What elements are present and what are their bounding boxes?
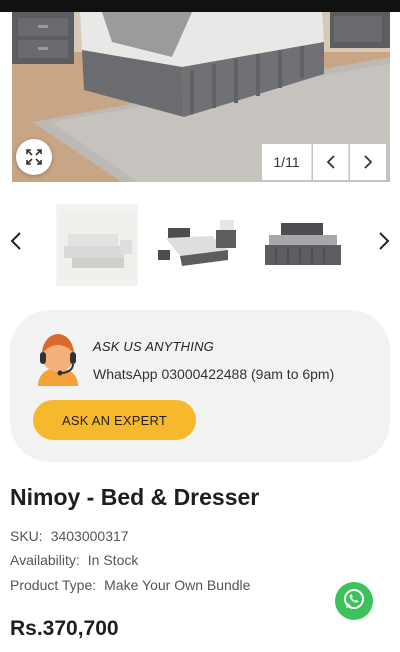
sku-row: SKU: 3403000317 bbox=[10, 528, 129, 544]
product-main-image[interactable]: 1/11 bbox=[12, 12, 390, 182]
support-agent-icon bbox=[32, 330, 84, 386]
thumbnail-2[interactable] bbox=[158, 204, 240, 286]
whatsapp-contact-text: WhatsApp 03000422488 (9am to 6pm) bbox=[93, 366, 335, 382]
expand-arrows-icon bbox=[26, 149, 42, 165]
product-type-row: Product Type: Make Your Own Bundle bbox=[10, 577, 250, 593]
thumbnail-1[interactable] bbox=[56, 204, 138, 286]
product-type-label: Product Type: bbox=[10, 577, 97, 593]
gallery-prev-button[interactable] bbox=[313, 144, 349, 180]
product-title: Nimoy - Bed & Dresser bbox=[10, 484, 260, 510]
thumbnail-next-button[interactable] bbox=[372, 228, 396, 258]
sku-value: 3403000317 bbox=[50, 528, 129, 544]
availability-value: In Stock bbox=[87, 552, 139, 568]
product-price: Rs.370,700 bbox=[10, 617, 119, 640]
chevron-left-icon bbox=[326, 155, 336, 169]
availability-row: Availability: In Stock bbox=[10, 552, 138, 568]
thumbnail-prev-button[interactable] bbox=[4, 228, 28, 258]
ask-expert-button[interactable]: ASK AN EXPERT bbox=[33, 400, 196, 440]
ask-expert-card: ASK US ANYTHING WhatsApp 03000422488 (9a… bbox=[10, 310, 390, 462]
product-type-value: Make Your Own Bundle bbox=[104, 577, 251, 593]
chevron-left-icon bbox=[10, 231, 22, 256]
image-counter: 1/11 bbox=[262, 144, 312, 180]
status-bar bbox=[0, 0, 400, 12]
whatsapp-icon bbox=[342, 587, 366, 616]
ask-title: ASK US ANYTHING bbox=[93, 339, 214, 354]
sku-label: SKU: bbox=[10, 528, 43, 544]
gallery-next-button[interactable] bbox=[350, 144, 386, 180]
thumbnail-3[interactable] bbox=[262, 204, 344, 286]
availability-label: Availability: bbox=[10, 552, 80, 568]
whatsapp-chat-button[interactable] bbox=[335, 582, 373, 620]
thumbnail-strip bbox=[0, 198, 400, 290]
chevron-right-icon bbox=[363, 155, 373, 169]
chevron-right-icon bbox=[378, 231, 390, 256]
zoom-button[interactable] bbox=[16, 139, 52, 175]
